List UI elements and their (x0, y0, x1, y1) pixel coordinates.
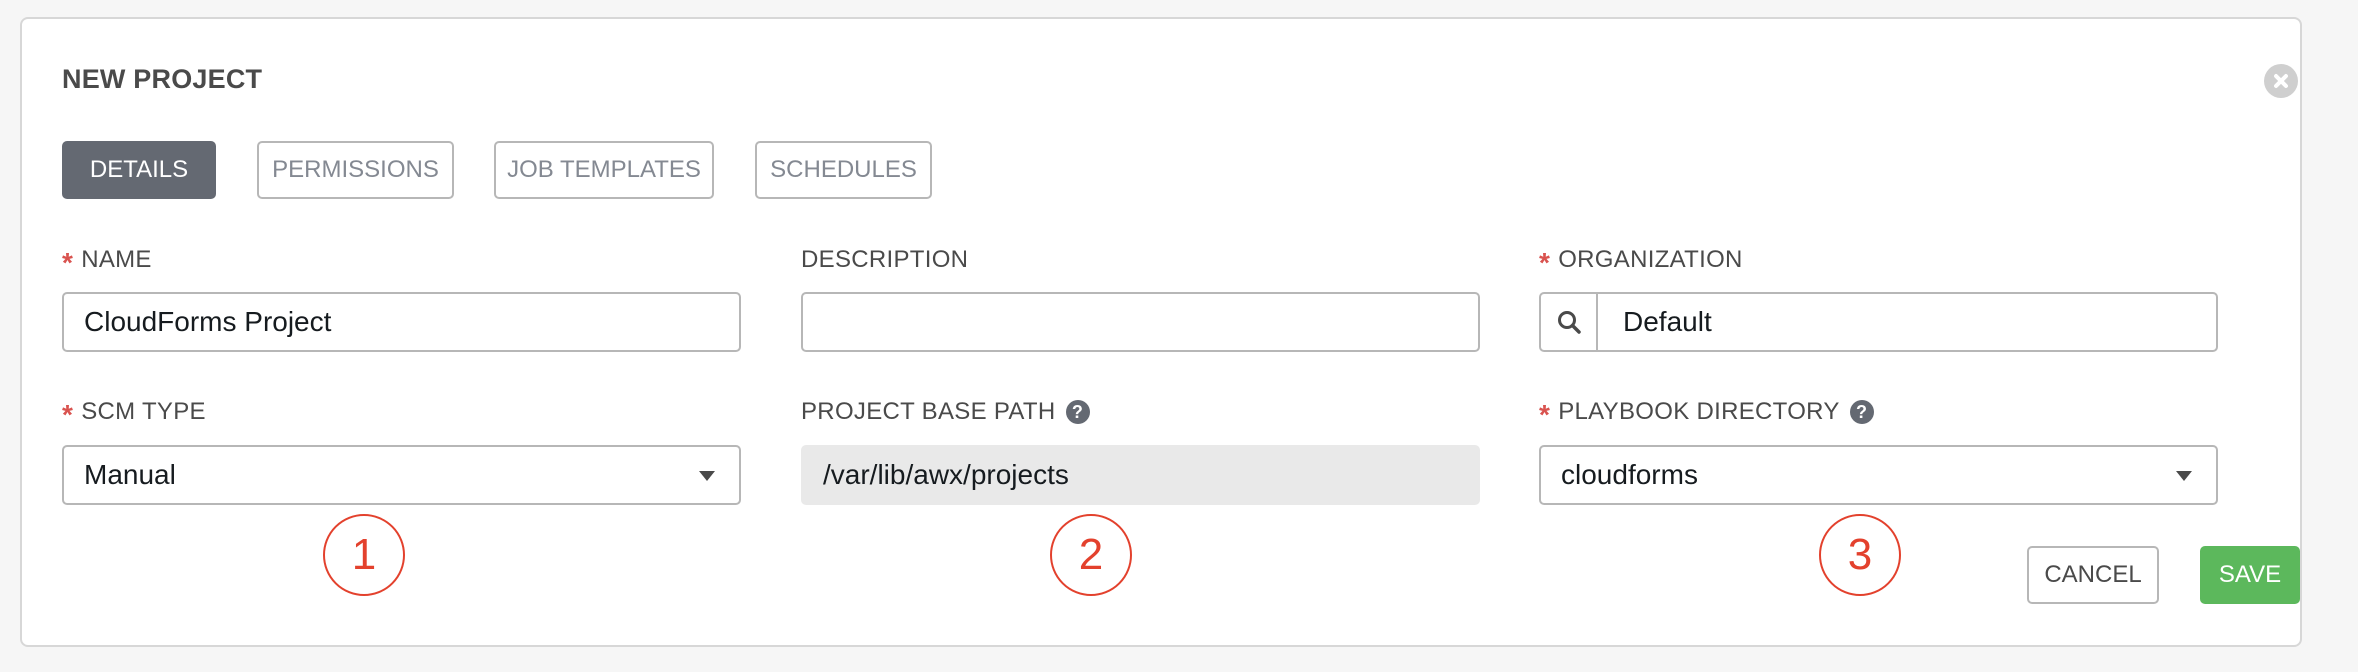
name-input[interactable] (84, 294, 739, 350)
organization-label: * ORGANIZATION (1539, 246, 1743, 278)
organization-lookup-button[interactable] (1541, 294, 1598, 350)
scm-type-value: Manual (84, 459, 176, 490)
tab-schedules[interactable]: SCHEDULES (755, 141, 932, 199)
annotation-3: 3 (1819, 514, 1901, 596)
annotation-2: 2 (1050, 514, 1132, 596)
project-base-path-label-text: PROJECT BASE PATH (801, 398, 1056, 425)
required-marker: * (1539, 247, 1551, 278)
name-label: * NAME (62, 246, 152, 278)
description-label: DESCRIPTION (801, 246, 968, 274)
tab-job-templates[interactable]: JOB TEMPLATES (494, 141, 714, 199)
description-field[interactable] (801, 292, 1480, 352)
name-field[interactable] (62, 292, 741, 352)
caret-down-icon (699, 471, 715, 481)
description-label-text: DESCRIPTION (801, 246, 969, 273)
scm-type-select[interactable]: Manual (62, 445, 741, 505)
scm-type-label: * SCM TYPE (62, 398, 206, 430)
name-label-text: NAME (81, 246, 152, 273)
save-button[interactable]: SAVE (2200, 546, 2300, 604)
help-icon[interactable]: ? (1849, 400, 1874, 424)
annotation-1: 1 (323, 514, 405, 596)
tab-details[interactable]: DETAILS (62, 141, 216, 199)
scm-type-label-text: SCM TYPE (81, 398, 206, 425)
playbook-directory-label-text: PLAYBOOK DIRECTORY (1558, 398, 1840, 425)
description-input[interactable] (823, 294, 1478, 350)
search-icon (1557, 311, 1581, 334)
playbook-directory-select[interactable]: cloudforms (1539, 445, 2218, 505)
required-marker: * (1539, 399, 1551, 430)
organization-field[interactable]: Default (1539, 292, 2218, 352)
required-marker: * (62, 247, 74, 278)
panel-title: NEW PROJECT (62, 64, 263, 94)
organization-value: Default (1623, 306, 1712, 337)
tab-permissions[interactable]: PERMISSIONS (257, 141, 454, 199)
cancel-button[interactable]: CANCEL (2027, 546, 2159, 604)
close-icon[interactable] (2264, 64, 2298, 98)
project-base-path-value: /var/lib/awx/projects (823, 459, 1069, 490)
organization-label-text: ORGANIZATION (1558, 246, 1743, 273)
project-base-path-field: /var/lib/awx/projects (801, 445, 1480, 505)
help-icon[interactable]: ? (1065, 400, 1090, 424)
required-marker: * (62, 399, 74, 430)
project-base-path-label: PROJECT BASE PATH ? (801, 398, 1090, 426)
playbook-directory-label: * PLAYBOOK DIRECTORY ? (1539, 398, 1874, 430)
playbook-directory-value: cloudforms (1561, 459, 1698, 490)
caret-down-icon (2176, 471, 2192, 481)
